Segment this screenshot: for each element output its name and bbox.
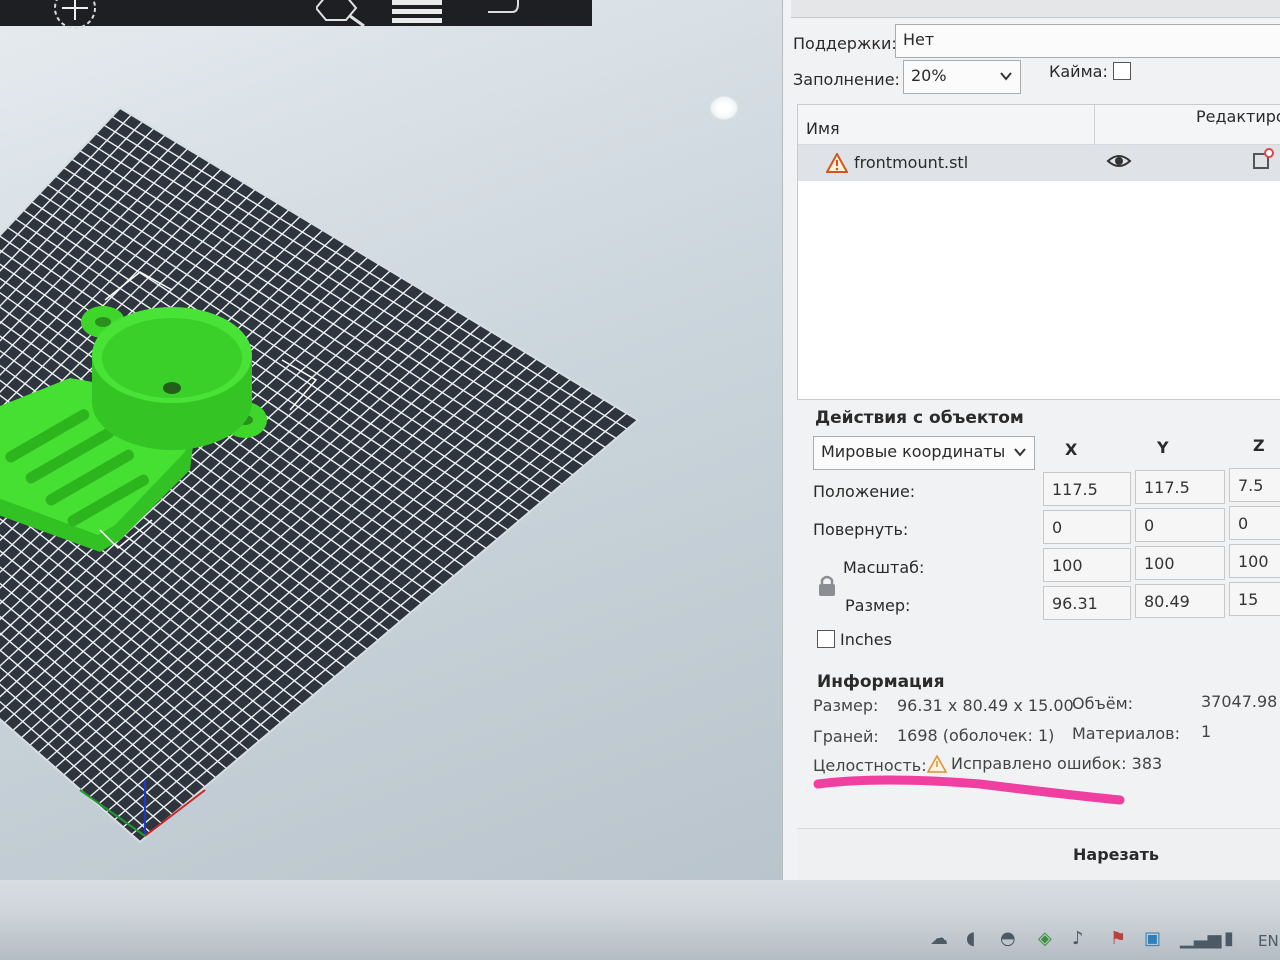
column-edit-header[interactable]: Редактиро	[1196, 107, 1280, 126]
flag-icon[interactable]: ⚑	[1110, 928, 1126, 949]
size-x-input[interactable]: 96.31	[1043, 586, 1131, 620]
scale-x-input[interactable]: 100	[1043, 548, 1131, 582]
inches-checkbox[interactable]	[817, 630, 835, 648]
slice-button[interactable]: Нарезать	[1073, 845, 1159, 864]
undo-icon[interactable]	[484, 0, 524, 26]
inches-label: Inches	[840, 630, 892, 649]
menu-icon[interactable]	[392, 0, 442, 30]
battery-icon[interactable]: ▮	[1224, 928, 1234, 949]
info-facets-value: 1698 (оболочек: 1)	[897, 726, 1055, 745]
column-name-header[interactable]: Имя	[806, 119, 840, 138]
chevron-down-icon	[1000, 72, 1012, 81]
info-volume-value: 37047.98	[1201, 692, 1278, 711]
chevron-down-icon	[1014, 448, 1026, 457]
object-name: frontmount.stl	[854, 153, 969, 172]
infill-select[interactable]: 20%	[903, 60, 1021, 94]
infill-value: 20%	[911, 66, 947, 85]
size-z-input[interactable]: 15	[1229, 582, 1280, 616]
info-integrity-value: Исправлено ошибок: 383	[951, 754, 1163, 773]
search-icon[interactable]	[314, 0, 368, 32]
coord-system-value: Мировые координаты	[821, 442, 1006, 461]
system-taskbar: ☁ ◖ ◓ ◈ ♪ ⚑ ▣ ▁▃▅ ▮ EN	[0, 880, 1280, 960]
add-icon[interactable]	[52, 0, 98, 36]
actions-title: Действия с объектом	[815, 408, 1024, 428]
info-title: Информация	[817, 672, 945, 692]
build-plate[interactable]	[0, 0, 800, 880]
warning-icon	[926, 754, 948, 777]
rotate-x-input[interactable]: 0	[1043, 510, 1131, 544]
info-integrity-label: Целостность:	[813, 756, 927, 775]
info-volume-label: Объём:	[1072, 694, 1134, 713]
signal-icon[interactable]: ▁▃▅	[1180, 928, 1222, 949]
object-list-header: Имя Редактиро	[798, 105, 1280, 145]
eye-icon[interactable]	[1106, 151, 1132, 175]
info-materials-label: Материалов:	[1072, 724, 1180, 743]
slice-area: Нарезать	[797, 828, 1280, 880]
coord-system-select[interactable]: Мировые координаты	[813, 436, 1035, 470]
viewport-toolbar	[0, 0, 592, 29]
shield-icon[interactable]: ◈	[1038, 928, 1052, 949]
object-row[interactable]: frontmount.stl	[798, 145, 1280, 181]
3d-viewport[interactable]	[0, 0, 800, 880]
edit-icon[interactable]	[1252, 147, 1276, 175]
info-facets-label: Граней:	[813, 727, 879, 746]
infill-label: Заполнение:	[793, 70, 900, 89]
column-y: Y	[1157, 438, 1169, 457]
rotate-z-input[interactable]: 0	[1229, 506, 1280, 540]
brim-checkbox[interactable]	[1113, 62, 1131, 80]
warning-icon	[825, 151, 849, 177]
light-source-indicator	[710, 96, 738, 120]
settings-panel: Поддержки: Нет Заполнение: 20% Кайма: Им…	[782, 0, 1280, 880]
size-y-input[interactable]: 80.49	[1135, 584, 1225, 618]
info-size-label: Размер:	[813, 696, 879, 715]
position-z-input[interactable]: 7.5	[1229, 468, 1280, 502]
column-z: Z	[1253, 436, 1265, 455]
lock-icon[interactable]	[817, 574, 837, 602]
column-x: X	[1065, 440, 1078, 459]
supports-select[interactable]: Нет	[895, 24, 1280, 58]
info-materials-value: 1	[1201, 722, 1212, 741]
info-size-value: 96.31 x 80.49 x 15.00	[897, 696, 1074, 715]
volume-icon[interactable]: ♪	[1072, 928, 1084, 949]
cloud-icon[interactable]: ☁	[930, 928, 948, 949]
object-list: Имя Редактиро frontmount.stl	[797, 104, 1280, 400]
position-y-input[interactable]: 117.5	[1135, 470, 1225, 504]
network-icon[interactable]: ◓	[1000, 928, 1016, 949]
speaker-icon[interactable]: ◖	[966, 928, 975, 949]
position-label: Положение:	[813, 482, 916, 501]
scale-label: Масштаб:	[843, 558, 925, 577]
size-label: Размер:	[845, 596, 911, 615]
rotate-label: Повернуть:	[813, 520, 909, 539]
language-indicator[interactable]: EN	[1258, 932, 1279, 950]
panel-top-strip	[791, 0, 1280, 18]
supports-label: Поддержки:	[793, 34, 897, 53]
app-icon[interactable]: ▣	[1144, 928, 1161, 949]
rotate-y-input[interactable]: 0	[1135, 508, 1225, 542]
scale-z-input[interactable]: 100	[1229, 544, 1280, 578]
brim-label: Кайма:	[1049, 62, 1108, 81]
position-x-input[interactable]: 117.5	[1043, 472, 1131, 506]
scale-y-input[interactable]: 100	[1135, 546, 1225, 580]
